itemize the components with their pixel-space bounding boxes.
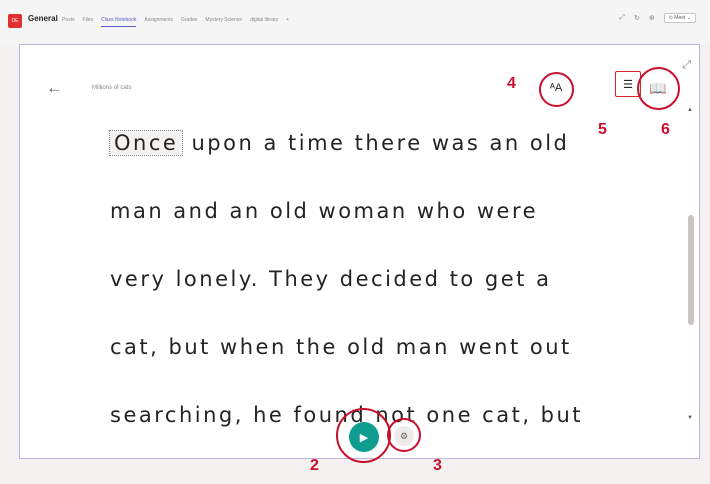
scrollbar-thumb[interactable] xyxy=(688,215,694,325)
team-icon[interactable]: DE xyxy=(8,14,22,28)
top-bar: DE General Posts Files Class Notebook As… xyxy=(0,0,710,44)
scroll-down-icon[interactable]: ▼ xyxy=(687,415,693,421)
immersive-reader-panel: ← Millions of cats ⤢ ᴬA 4 ☰ 5 📖 6 Once u… xyxy=(19,44,700,474)
text-line: cat, but when the old man went out xyxy=(110,335,572,359)
text-line: man and an old woman who were xyxy=(110,199,539,223)
top-right-actions: ⤢ ↻ ⊕ ⊙ Meet ⌄ xyxy=(619,13,696,23)
document-title: Millions of cats xyxy=(92,85,132,91)
text-line: Once upon a time there was an old xyxy=(108,123,630,191)
expand-view-icon[interactable]: ⤢ xyxy=(619,14,625,22)
text-line: very lonely. They decided to get a xyxy=(110,267,552,291)
scrollbar[interactable]: ▲ ▼ xyxy=(687,107,695,427)
channel-name: General xyxy=(28,14,58,23)
callout-3: 3 xyxy=(433,457,442,474)
globe-icon[interactable]: ⊕ xyxy=(649,14,655,22)
tab-files[interactable]: Files xyxy=(83,17,94,23)
add-tab-button[interactable]: + xyxy=(286,17,289,23)
back-arrow-icon[interactable]: ← xyxy=(46,79,63,96)
line-text: upon a time there was an old xyxy=(182,131,570,155)
tab-posts[interactable]: Posts xyxy=(62,17,75,23)
refresh-icon[interactable]: ↻ xyxy=(634,14,640,22)
tab-class-notebook[interactable]: Class Notebook xyxy=(101,17,137,27)
tab-grades[interactable]: Grades xyxy=(181,17,197,23)
meet-button[interactable]: ⊙ Meet ⌄ xyxy=(663,13,696,23)
tab-digital-library[interactable]: digital library xyxy=(250,17,278,23)
callout-6: 6 xyxy=(661,121,670,138)
annotation-circle-2 xyxy=(336,408,391,463)
meet-label: Meet xyxy=(674,15,686,21)
tab-mystery-science[interactable]: Mystery Science xyxy=(205,17,242,23)
highlighted-word[interactable]: Once xyxy=(108,130,184,156)
annotation-circle-6 xyxy=(637,67,680,110)
annotation-circle-4 xyxy=(539,72,574,107)
tab-assignments[interactable]: Assignments xyxy=(144,17,173,23)
tab-bar: Posts Files Class Notebook Assignments G… xyxy=(62,17,289,27)
callout-2: 2 xyxy=(310,457,319,474)
annotation-circle-3 xyxy=(387,418,421,452)
line-focus-icon: ☰ xyxy=(623,78,633,91)
scroll-up-icon[interactable]: ▲ xyxy=(687,107,693,113)
expand-icon[interactable]: ⤢ xyxy=(682,59,691,72)
callout-4: 4 xyxy=(507,75,516,92)
